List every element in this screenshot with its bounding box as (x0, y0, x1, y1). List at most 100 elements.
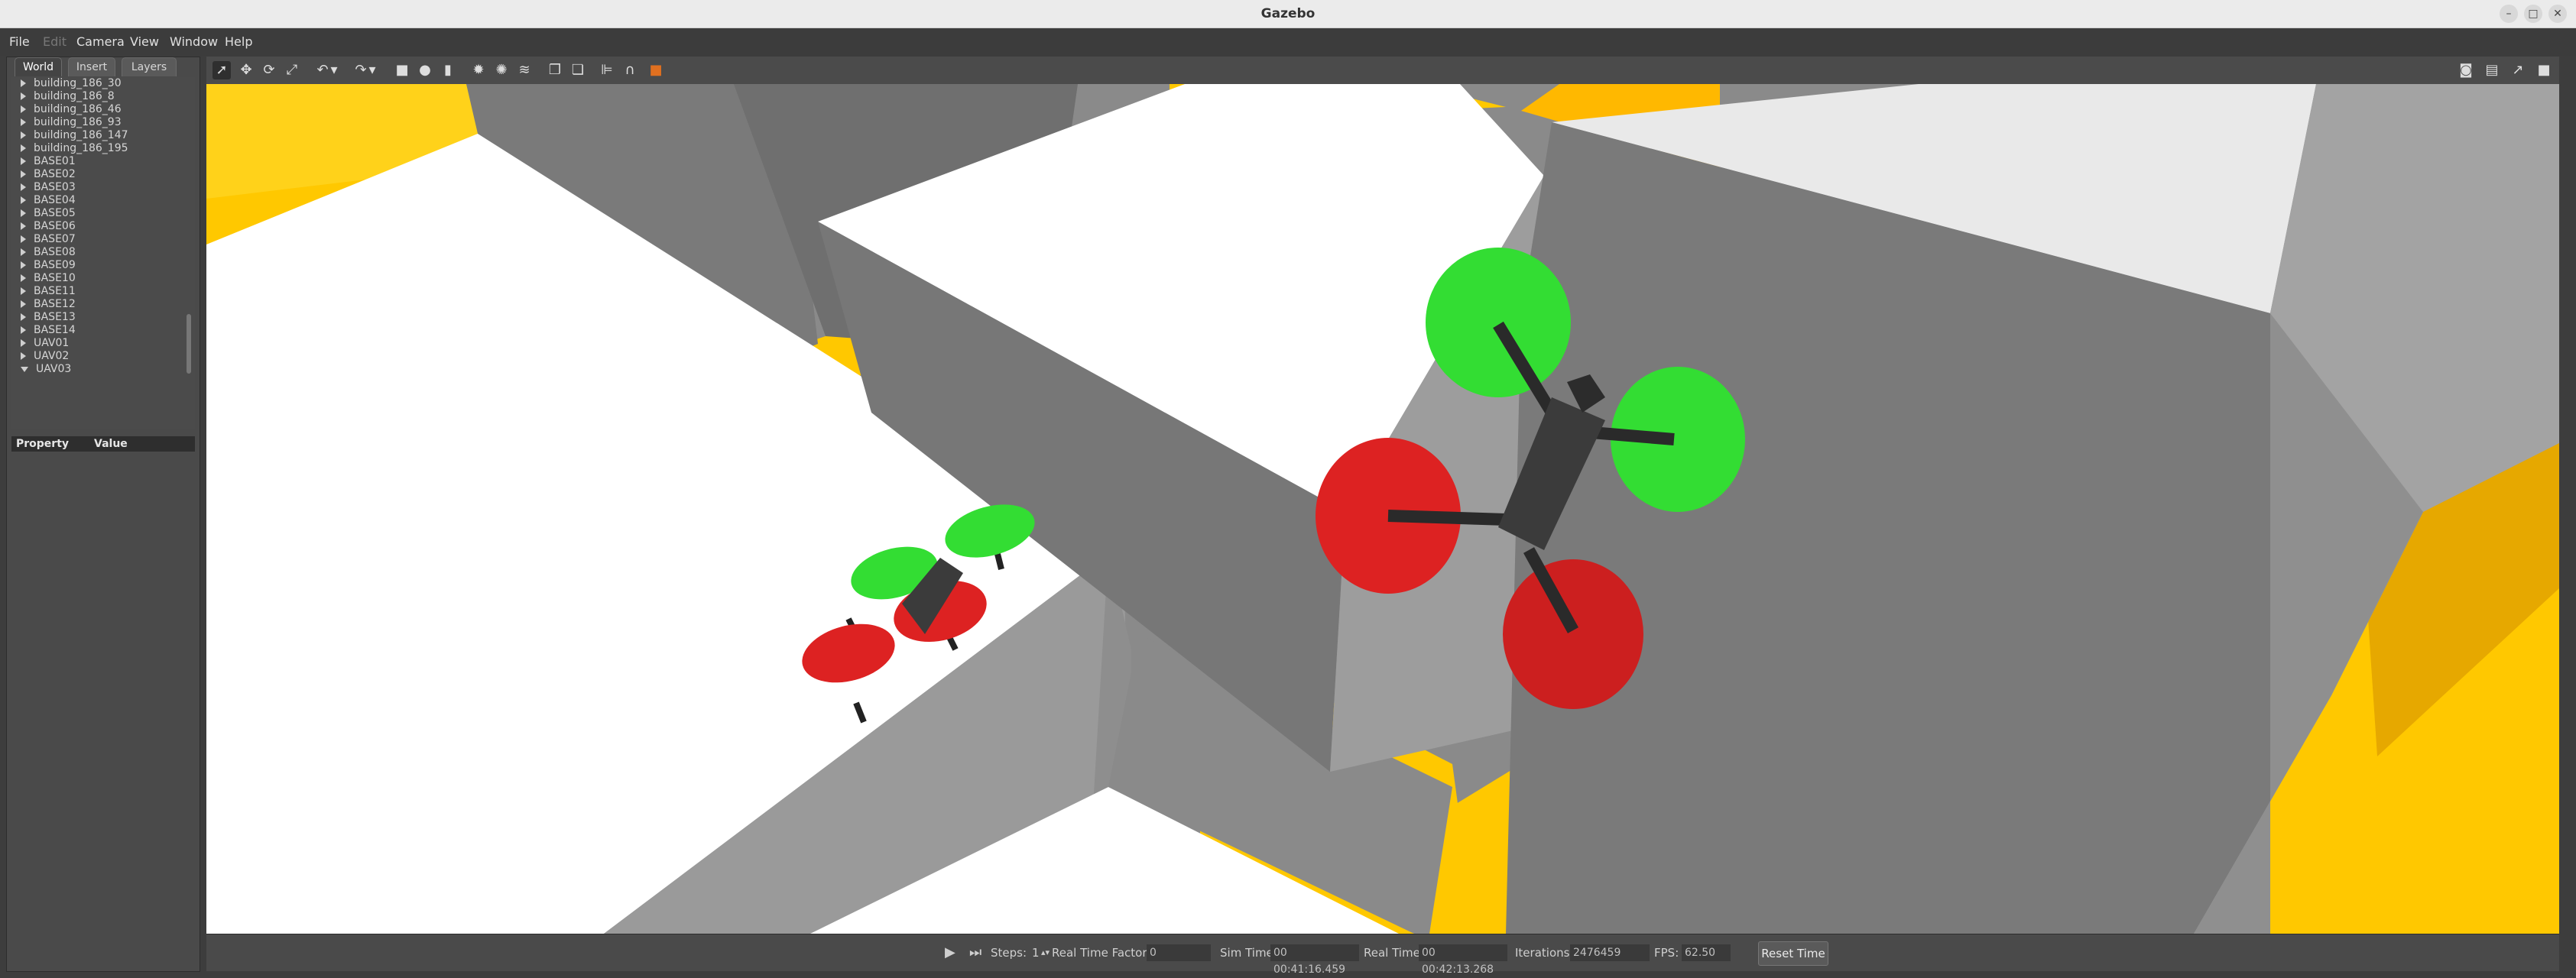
tree-scrollbar[interactable] (187, 314, 191, 374)
iterations-field: 2476459 (1570, 944, 1650, 961)
fps-field: 62.50 (1682, 944, 1731, 961)
tree-item[interactable]: BASE05 (21, 207, 76, 220)
expand-arrow-icon[interactable] (21, 261, 26, 269)
expand-arrow-icon[interactable] (21, 92, 26, 100)
collapse-arrow-icon[interactable] (21, 366, 28, 372)
tree-item[interactable]: building_186_30 (21, 77, 122, 90)
step-icon[interactable]: ⏭ (969, 934, 981, 971)
tree-item[interactable]: BASE13 (21, 311, 76, 324)
expand-arrow-icon[interactable] (21, 157, 26, 165)
tree-item[interactable]: building_186_195 (21, 142, 128, 155)
snap-icon[interactable]: ∩ (621, 61, 639, 79)
expand-arrow-icon[interactable] (21, 313, 26, 321)
expand-arrow-icon[interactable] (21, 248, 26, 256)
minimize-button[interactable]: – (2500, 5, 2518, 23)
expand-arrow-icon[interactable] (21, 170, 26, 178)
tree-item[interactable]: BASE11 (21, 285, 76, 298)
tree-item[interactable]: BASE01 (21, 155, 76, 168)
tree-item[interactable]: BASE14 (21, 324, 76, 337)
tree-item[interactable]: building_186_8 (21, 90, 115, 103)
fps-label: FPS: (1654, 946, 1679, 960)
tree-item[interactable]: BASE06 (21, 220, 76, 233)
window-title: Gazebo (1260, 6, 1316, 21)
undo-dropdown-icon[interactable]: ▾ (329, 61, 339, 79)
steps-spinner-icon[interactable]: ▴▾ (1041, 934, 1050, 971)
expand-arrow-icon[interactable] (21, 339, 26, 347)
tab-insert[interactable]: Insert (68, 57, 115, 76)
align-icon[interactable]: ⊫ (598, 61, 616, 79)
select-arrow-icon[interactable]: ➚ (213, 61, 231, 79)
change-view-icon[interactable]: ■ (647, 61, 665, 79)
drone-arm (994, 553, 1004, 570)
3d-viewport[interactable] (206, 84, 2559, 934)
expand-arrow-icon[interactable] (21, 274, 26, 282)
screenshot-icon[interactable]: ◙ (2457, 61, 2475, 79)
steps-value[interactable]: 1 (1032, 934, 1040, 971)
tree-item[interactable]: building_186_93 (21, 116, 122, 129)
box-icon[interactable]: ■ (393, 61, 411, 79)
expand-arrow-icon[interactable] (21, 105, 26, 113)
real-time-label: Real Time: (1364, 946, 1424, 960)
tab-layers[interactable]: Layers (122, 57, 177, 76)
menu-edit[interactable]: Edit (43, 28, 67, 56)
expand-arrow-icon[interactable] (21, 196, 26, 204)
play-icon[interactable]: ▶ (945, 934, 955, 971)
copy-icon[interactable]: ❐ (546, 61, 564, 79)
tree-item[interactable]: building_186_46 (21, 103, 122, 116)
expand-arrow-icon[interactable] (21, 326, 26, 334)
tab-world[interactable]: World (15, 57, 62, 76)
tree-item[interactable]: BASE02 (21, 168, 76, 181)
tree-item[interactable]: UAV02 (21, 350, 69, 363)
tree-item[interactable]: BASE04 (21, 194, 76, 207)
expand-arrow-icon[interactable] (21, 300, 26, 308)
sphere-icon[interactable]: ● (416, 61, 434, 79)
expand-arrow-icon[interactable] (21, 352, 26, 360)
log-icon[interactable]: ▤ (2483, 61, 2501, 79)
tree-item[interactable]: UAV01 (21, 337, 69, 350)
sim-time-field: 00 00:41:16.459 (1270, 944, 1359, 976)
real-time-field: 00 00:42:13.268 (1419, 944, 1507, 976)
tree-item[interactable]: BASE09 (21, 259, 76, 272)
rotor-front-left (1426, 248, 1571, 397)
expand-arrow-icon[interactable] (21, 118, 26, 126)
reset-time-button[interactable]: Reset Time (1758, 941, 1828, 966)
record-video-icon[interactable]: ■ (2535, 61, 2553, 79)
tree-item[interactable]: BASE08 (21, 246, 76, 259)
maximize-button[interactable]: □ (2524, 5, 2542, 23)
menu-camera[interactable]: Camera (76, 28, 125, 56)
close-button[interactable]: ✕ (2548, 5, 2567, 23)
tree-item[interactable]: BASE10 (21, 272, 76, 285)
expand-arrow-icon[interactable] (21, 183, 26, 191)
tree-item[interactable]: BASE07 (21, 233, 76, 246)
spot-light-icon[interactable]: ✺ (492, 61, 511, 79)
menu-help[interactable]: Help (225, 28, 252, 56)
tree-item[interactable]: BASE03 (21, 181, 76, 194)
expand-arrow-icon[interactable] (21, 235, 26, 243)
steps-label: Steps: (991, 946, 1027, 960)
expand-arrow-icon[interactable] (21, 209, 26, 217)
directional-light-icon[interactable]: ≋ (515, 61, 534, 79)
rotate-icon[interactable]: ⟳ (260, 61, 278, 79)
menu-file[interactable]: File (9, 28, 30, 56)
tree-item[interactable]: BASE12 (21, 298, 76, 311)
plot-icon[interactable]: ↗ (2509, 61, 2527, 79)
property-column-header: Property (16, 438, 70, 450)
expand-arrow-icon[interactable] (21, 131, 26, 139)
expand-arrow-icon[interactable] (21, 79, 26, 87)
toolbar: ➚ ✥ ⟳ ⤢ ↶ ▾ ↷ ▾ ■ ● ▮ ✹ ✺ ≋ ❐ ❏ ⊫ ∩ ■ ◙ … (206, 57, 2559, 85)
paste-icon[interactable]: ❏ (569, 61, 587, 79)
expand-arrow-icon[interactable] (21, 222, 26, 230)
iterations-label: Iterations: (1515, 946, 1574, 960)
cylinder-icon[interactable]: ▮ (439, 61, 457, 79)
world-tree[interactable]: building_186_30 building_186_8 building_… (11, 77, 195, 429)
tree-item[interactable]: building_186_147 (21, 129, 128, 142)
menu-view[interactable]: View (130, 28, 159, 56)
point-light-icon[interactable]: ✹ (469, 61, 488, 79)
scale-icon[interactable]: ⤢ (283, 61, 301, 79)
redo-dropdown-icon[interactable]: ▾ (367, 61, 378, 79)
expand-arrow-icon[interactable] (21, 144, 26, 152)
expand-arrow-icon[interactable] (21, 287, 26, 295)
translate-icon[interactable]: ✥ (237, 61, 255, 79)
menu-window[interactable]: Window (170, 28, 218, 56)
tree-item-expanded[interactable]: UAV03 (21, 363, 71, 376)
